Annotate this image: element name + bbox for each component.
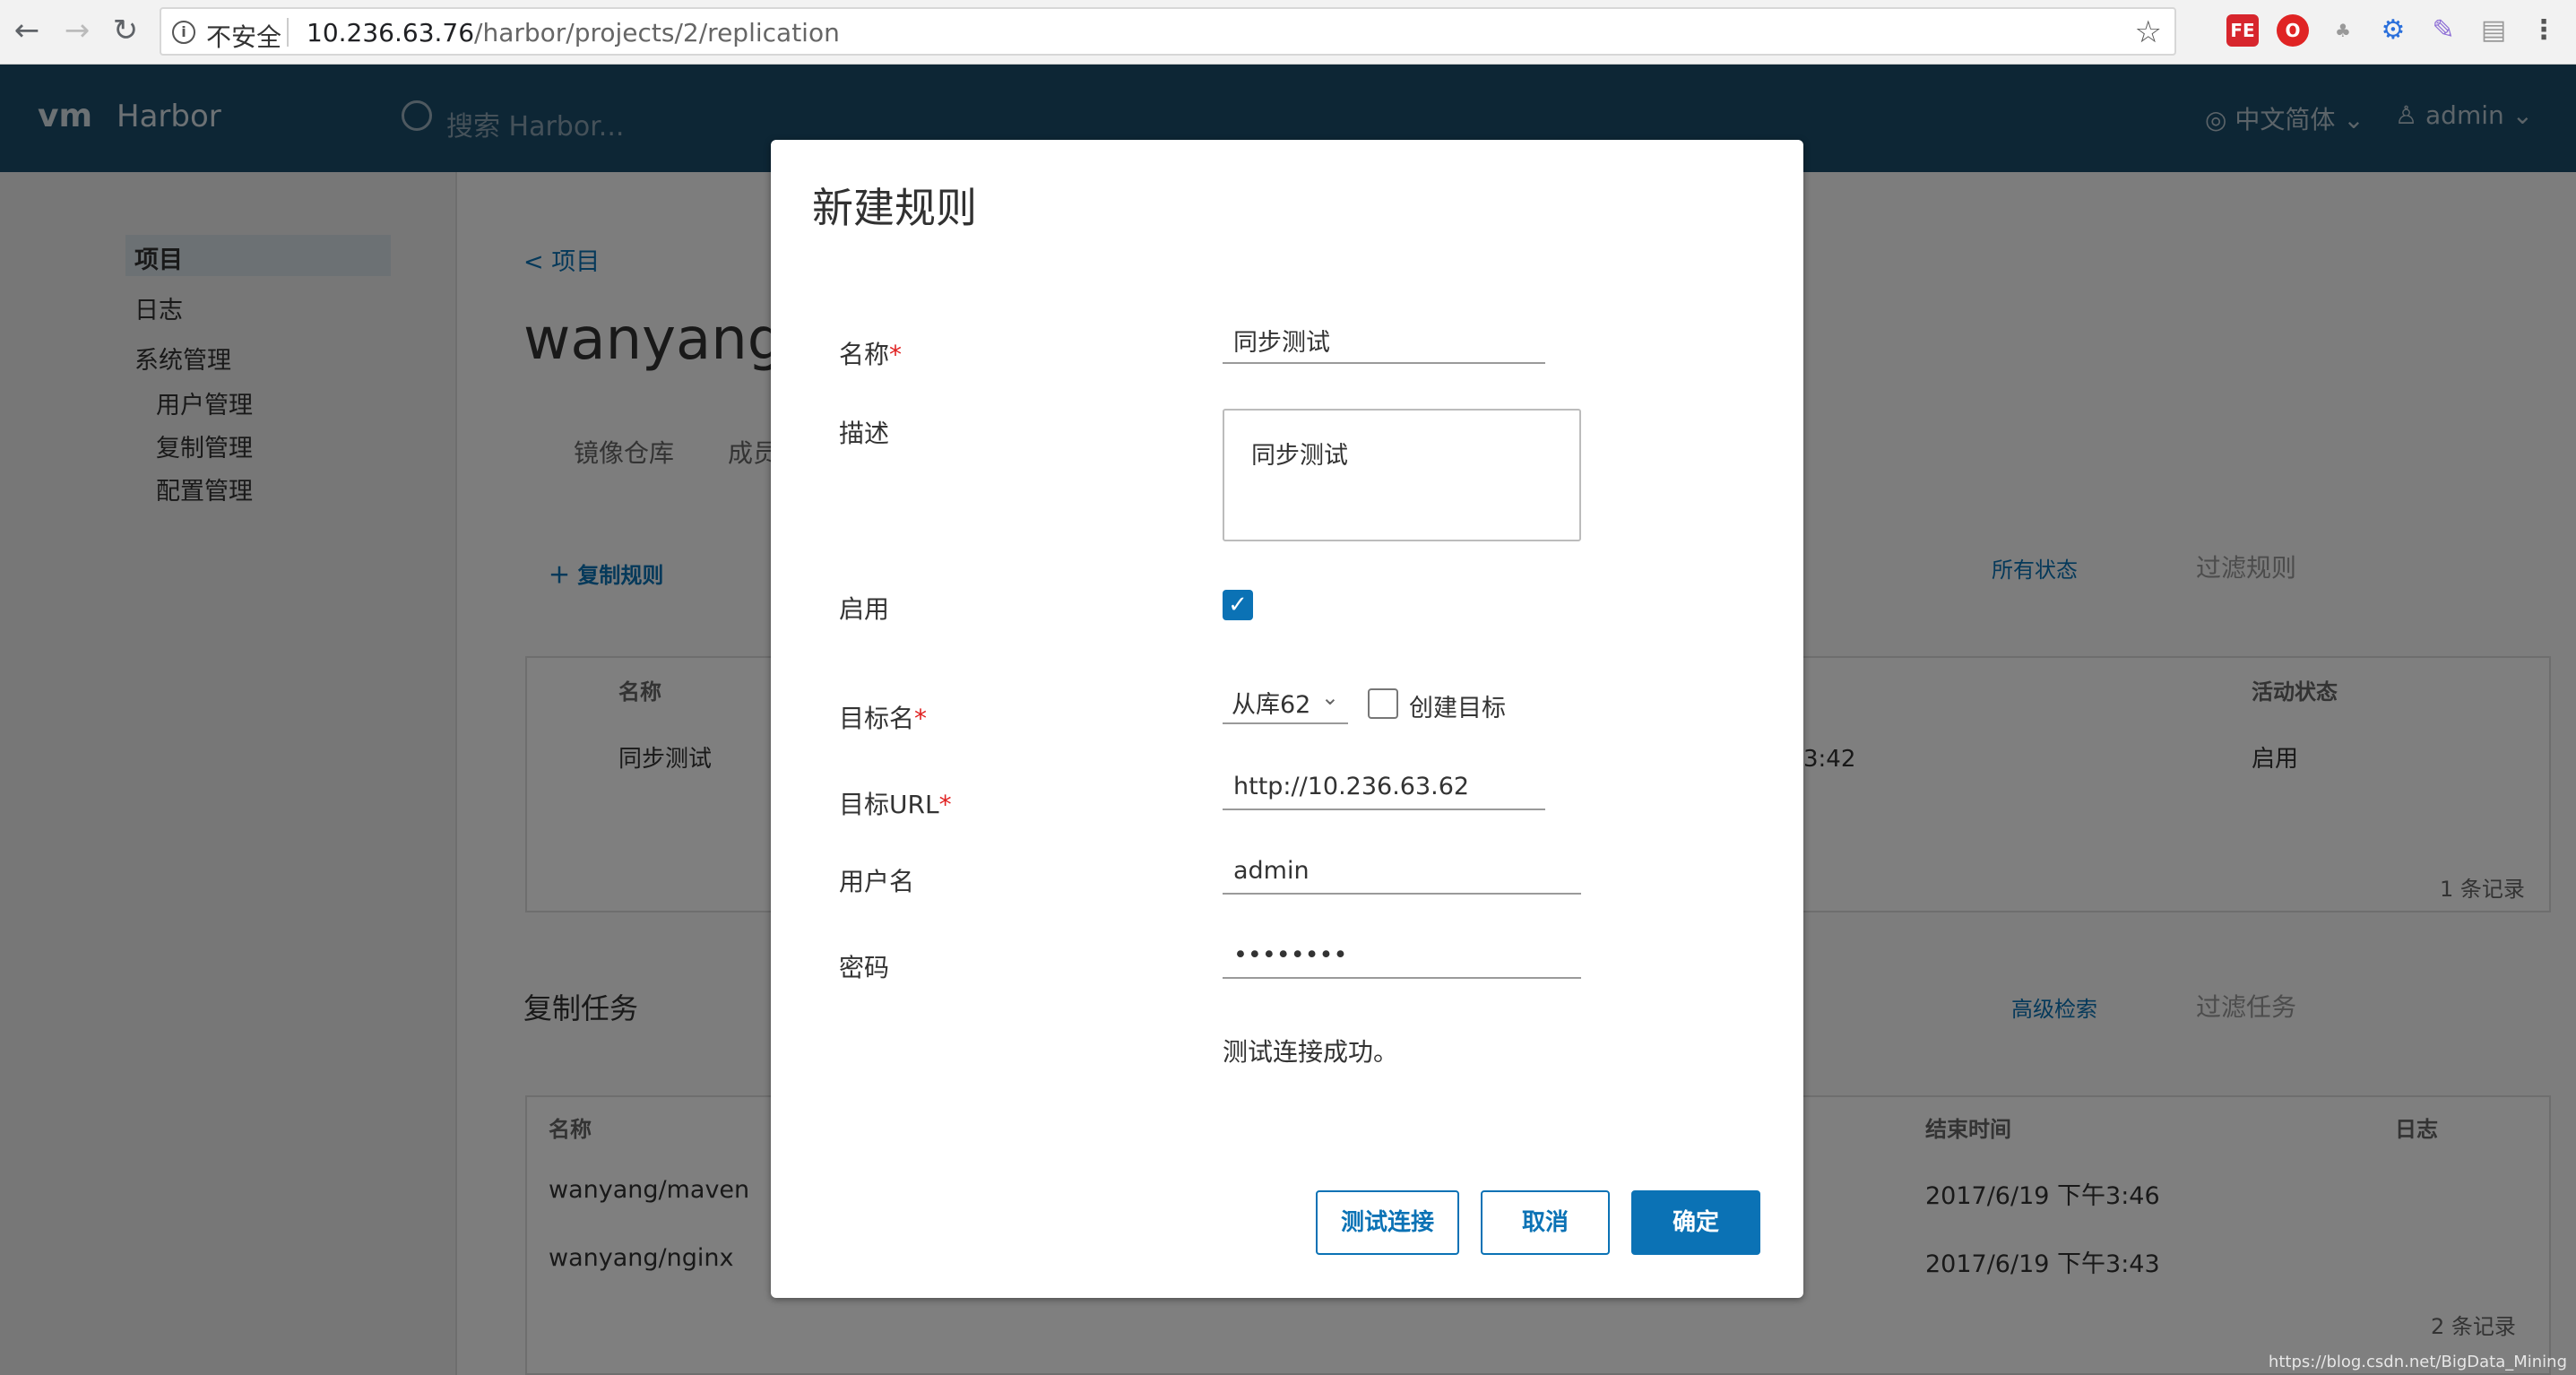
target-label-text: 目标名 (839, 704, 915, 733)
watermark: https://blog.csdn.net/BigData_Mining (2268, 1353, 2567, 1371)
new-rule-dialog: 新建规则 名称* 描述 同步测试 启用 ✓ 目标名* 从库62⌄ 创建目标 目标… (771, 140, 1803, 1298)
address-separator (287, 18, 289, 47)
target-label: 目标名* (839, 699, 927, 735)
bookmark-star-icon[interactable]: ☆ (2135, 14, 2162, 50)
target-url-input[interactable] (1223, 764, 1545, 810)
target-url-label: 目标URL* (839, 785, 952, 821)
rule-name-input[interactable] (1223, 317, 1545, 364)
gear-extension-icon[interactable]: ⚙ (2377, 14, 2409, 47)
create-target-label: 创建目标 (1409, 695, 1506, 722)
required-marker: * (938, 790, 952, 819)
insecure-label: 不安全 (206, 22, 282, 52)
create-target-checkbox[interactable] (1368, 688, 1398, 719)
required-marker: * (914, 704, 928, 733)
forward-icon[interactable]: → (59, 13, 95, 48)
description-label: 描述 (839, 419, 890, 448)
reload-icon[interactable]: ↻ (108, 13, 143, 48)
back-icon[interactable]: ← (9, 13, 45, 48)
username-input[interactable] (1223, 848, 1581, 895)
browser-toolbar: ← → ↻ i 不安全 10.236.63.76/harbor/projects… (0, 0, 2576, 65)
required-marker: * (889, 340, 903, 369)
url-text[interactable]: 10.236.63.76/harbor/projects/2/replicati… (307, 18, 840, 48)
enable-label: 启用 (839, 594, 890, 624)
opera-extension-icon[interactable]: O (2277, 14, 2309, 47)
info-icon[interactable]: i (172, 21, 195, 44)
panel-extension-icon[interactable]: ▤ (2477, 14, 2510, 47)
username-label: 用户名 (839, 867, 915, 896)
extension-icon[interactable]: ♣ (2327, 14, 2359, 47)
menu-kebab-icon[interactable]: ⋮ (2528, 14, 2560, 47)
cancel-button[interactable]: 取消 (1481, 1190, 1610, 1255)
fe-extension-icon[interactable]: FE (2226, 14, 2259, 47)
name-label-text: 名称 (839, 340, 890, 369)
enable-checkbox[interactable]: ✓ (1223, 590, 1253, 620)
confirm-button[interactable]: 确定 (1631, 1190, 1760, 1255)
password-input[interactable] (1223, 932, 1581, 979)
connection-success-message: 测试连接成功。 (1223, 1037, 1399, 1067)
test-connection-button[interactable]: 测试连接 (1316, 1190, 1459, 1255)
name-label: 名称* (839, 335, 902, 371)
password-label: 密码 (839, 953, 890, 982)
target-select[interactable]: 从库62 ⌄ (1223, 678, 1348, 724)
address-bar[interactable]: i 不安全 10.236.63.76/harbor/projects/2/rep… (160, 7, 2176, 56)
description-textarea[interactable]: 同步测试 (1223, 409, 1581, 541)
chevron-down-icon: ⌄ (1320, 685, 1339, 710)
url-path: /harbor/projects/2/replication (474, 18, 840, 48)
target-url-label-text: 目标URL (839, 790, 939, 819)
dialog-title: 新建规则 (812, 184, 977, 232)
target-select-value: 从库62 (1232, 691, 1311, 719)
pen-extension-icon[interactable]: ✎ (2427, 14, 2459, 47)
url-host: 10.236.63.76 (307, 18, 475, 48)
